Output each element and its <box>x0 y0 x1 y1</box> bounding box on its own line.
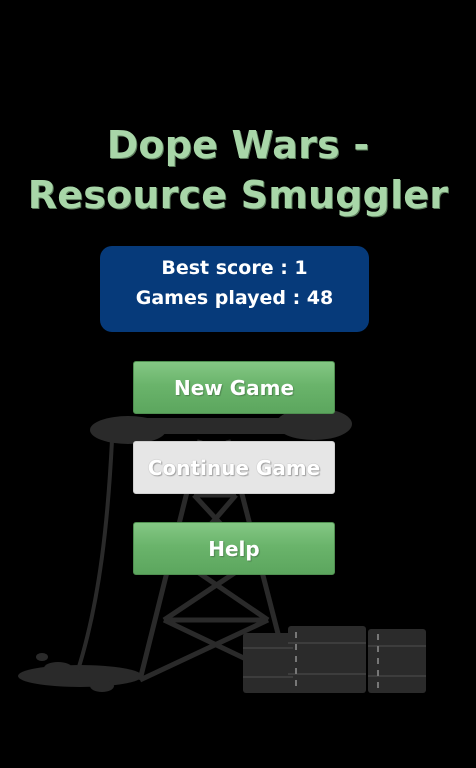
new-game-button[interactable]: New Game <box>133 361 335 414</box>
stats-panel: Best score : 1 Games played : 48 <box>100 246 369 332</box>
app-title: Dope Wars - Resource Smuggler <box>27 123 449 217</box>
continue-game-button[interactable]: Continue Game <box>133 441 335 494</box>
best-score-text: Best score : 1 <box>161 257 308 279</box>
help-button[interactable]: Help <box>133 522 335 575</box>
games-played-text: Games played : 48 <box>135 287 334 309</box>
main-menu-screen: Dope Wars - Resource Smuggler Best score… <box>0 0 476 768</box>
